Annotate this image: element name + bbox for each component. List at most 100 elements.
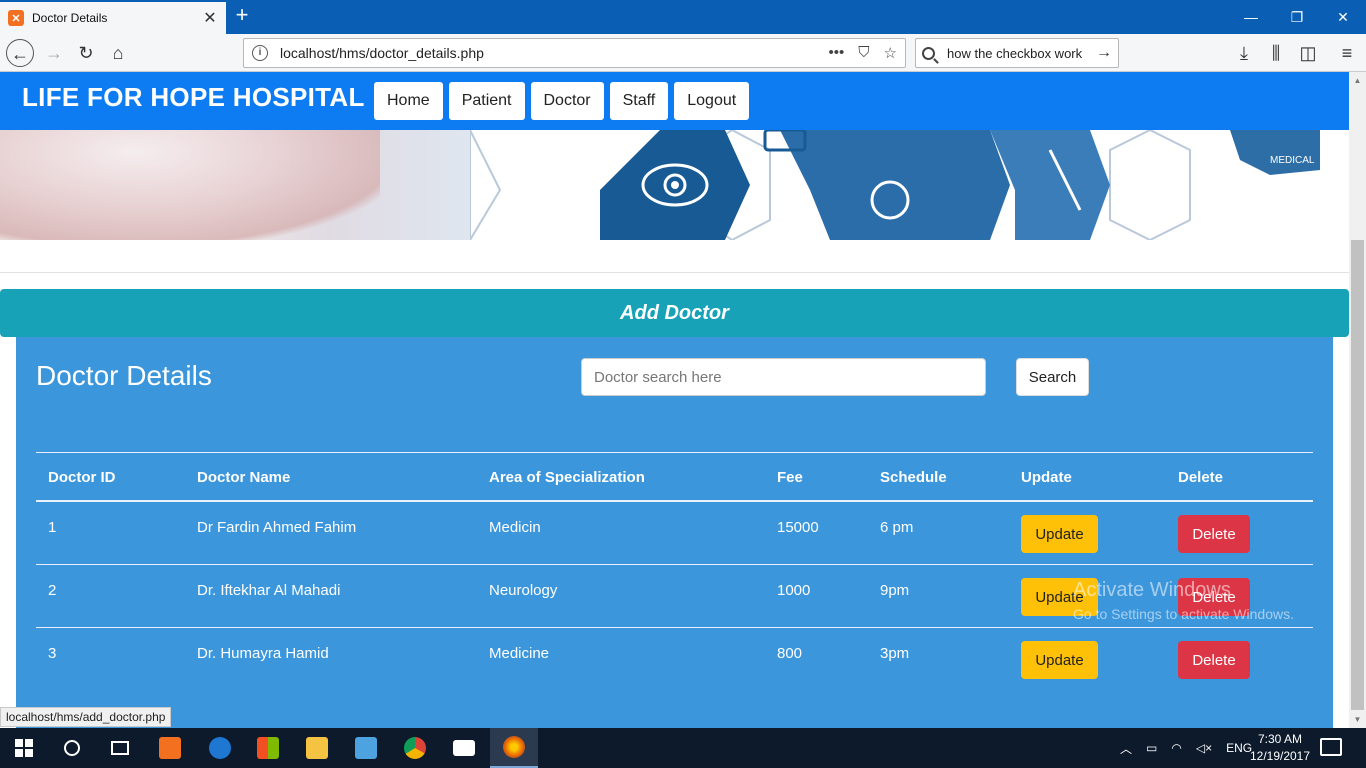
battery-icon[interactable]: ▭ xyxy=(1146,741,1157,755)
taskbar-clock[interactable]: 7:30 AM 12/19/2017 xyxy=(1244,731,1316,765)
page-title: Doctor Details xyxy=(36,360,212,391)
cortana-icon[interactable] xyxy=(48,728,96,768)
cell-fee: 15000 xyxy=(777,519,819,536)
installer-icon[interactable] xyxy=(342,728,390,768)
header-update: Update xyxy=(1021,469,1072,486)
pocket-icon[interactable]: ⛉ xyxy=(858,44,869,62)
home-icon[interactable]: ⌂ xyxy=(104,39,132,67)
link-status-bar: localhost/hms/add_doctor.php xyxy=(0,707,172,727)
doctor-details-panel: Doctor Details Search Doctor ID Doctor N… xyxy=(16,337,1333,728)
menu-home[interactable]: Home xyxy=(374,82,443,120)
watermark-title: Activate Windows xyxy=(1073,579,1231,601)
cell-schedule: 3pm xyxy=(880,645,910,662)
cell-doctor-name: Dr Fardin Ahmed Fahim xyxy=(197,519,357,536)
hero-banner: MEDICAL xyxy=(0,130,1349,240)
divider xyxy=(0,272,1349,273)
activate-windows-watermark: Activate Windows Go to Settings to activ… xyxy=(1073,579,1294,622)
main-menu: Home Patient Doctor Staff Logout xyxy=(374,82,750,120)
cell-schedule: 9pm xyxy=(880,582,910,599)
header-doctor-name: Doctor Name xyxy=(197,469,291,486)
forward-icon[interactable]: → xyxy=(40,39,68,67)
close-window-icon[interactable]: ✕ xyxy=(1320,6,1366,28)
cell-fee: 800 xyxy=(777,645,803,662)
update-button[interactable]: Update xyxy=(1021,515,1098,553)
menu-logout[interactable]: Logout xyxy=(674,82,750,120)
delete-button[interactable]: Delete xyxy=(1178,515,1250,553)
cell-area: Medicine xyxy=(489,645,550,662)
menu-patient[interactable]: Patient xyxy=(448,82,525,120)
header-fee: Fee xyxy=(777,469,803,486)
page-actions-icon[interactable]: ••• xyxy=(829,44,845,62)
restore-icon[interactable]: ❐ xyxy=(1274,6,1320,28)
banner-medical-label: MEDICAL xyxy=(1270,155,1315,166)
browser-search-text[interactable]: how the checkbox work xyxy=(947,46,1096,61)
chevron-up-icon[interactable]: ︿ xyxy=(1120,740,1132,757)
cell-doctor-name: Dr. Iftekhar Al Mahadi xyxy=(197,582,341,599)
edge-icon[interactable] xyxy=(196,728,244,768)
site-header: LIFE FOR HOPE HOSPITAL Home Patient Doct… xyxy=(0,72,1349,130)
table-header: Doctor ID Doctor Name Area of Specializa… xyxy=(36,452,1313,502)
search-icon xyxy=(922,46,935,60)
scroll-thumb[interactable] xyxy=(1351,240,1364,710)
info-icon[interactable]: i xyxy=(252,45,268,61)
web-page: LIFE FOR HOPE HOSPITAL Home Patient Doct… xyxy=(0,72,1349,728)
wifi-icon[interactable]: ◠ xyxy=(1171,741,1181,755)
arrow-right-icon[interactable]: → xyxy=(1096,44,1112,62)
tab-title: Doctor Details xyxy=(32,11,108,25)
scroll-down-icon[interactable]: ▼ xyxy=(1349,711,1366,728)
add-doctor-button[interactable]: Add Doctor xyxy=(0,289,1349,337)
cell-fee: 1000 xyxy=(777,582,811,599)
site-brand[interactable]: LIFE FOR HOPE HOSPITAL xyxy=(22,82,365,113)
banner-hexagon-graphic: MEDICAL xyxy=(469,130,1349,240)
notification-icon[interactable] xyxy=(1320,738,1342,756)
menu-staff[interactable]: Staff xyxy=(609,82,669,120)
cell-area: Medicin xyxy=(489,519,541,536)
close-tab-icon[interactable]: ✕ xyxy=(202,8,218,28)
browser-tab-bar: ✕ Doctor Details ✕ + — ❐ ✕ xyxy=(0,0,1366,34)
browser-toolbar: ← → ↻ ⌂ i localhost/hms/doctor_details.p… xyxy=(0,34,1366,72)
task-view-icon[interactable] xyxy=(96,728,144,768)
cell-area: Neurology xyxy=(489,582,558,599)
header-area: Area of Specialization xyxy=(489,469,645,486)
bookmark-star-icon[interactable]: ☆ xyxy=(884,44,897,62)
table-row: 3 Dr. Humayra Hamid Medicine 800 3pm Upd… xyxy=(36,628,1313,691)
back-icon[interactable]: ← xyxy=(6,39,34,67)
browser-tab[interactable]: ✕ Doctor Details ✕ xyxy=(0,2,226,34)
volume-mute-icon[interactable]: ◁× xyxy=(1196,741,1212,755)
update-button[interactable]: Update xyxy=(1021,641,1098,679)
chrome-icon[interactable] xyxy=(391,728,439,768)
doctor-search-input[interactable] xyxy=(581,358,986,396)
file-explorer-icon[interactable] xyxy=(293,728,341,768)
page-scrollbar[interactable]: ▲ ▼ xyxy=(1349,72,1366,728)
xampp-taskbar-icon[interactable] xyxy=(146,728,194,768)
cell-doctor-name: Dr. Humayra Hamid xyxy=(197,645,329,662)
reload-icon[interactable]: ↻ xyxy=(72,39,100,67)
cell-doctor-id: 2 xyxy=(48,582,57,599)
scroll-up-icon[interactable]: ▲ xyxy=(1349,72,1366,89)
cell-doctor-id: 1 xyxy=(48,519,57,536)
store-icon[interactable] xyxy=(244,728,292,768)
url-text[interactable]: localhost/hms/doctor_details.php xyxy=(280,45,829,61)
search-button[interactable]: Search xyxy=(1016,358,1089,396)
browser-search-bar[interactable]: how the checkbox work → xyxy=(915,38,1119,68)
download-icon[interactable]: ⤓ xyxy=(1230,39,1258,67)
new-tab-icon[interactable]: + xyxy=(230,4,254,28)
table-row: 1 Dr Fardin Ahmed Fahim Medicin 15000 6 … xyxy=(36,502,1313,565)
minimize-icon[interactable]: — xyxy=(1228,6,1274,28)
header-schedule: Schedule xyxy=(880,469,947,486)
delete-button[interactable]: Delete xyxy=(1178,641,1250,679)
url-bar[interactable]: i localhost/hms/doctor_details.php ••• ⛉… xyxy=(243,38,906,68)
hamburger-menu-icon[interactable]: ≡ xyxy=(1333,39,1361,67)
xampp-icon: ✕ xyxy=(8,10,24,26)
clock-time: 7:30 AM xyxy=(1257,732,1303,746)
sidebar-icon[interactable]: ◫ xyxy=(1294,39,1322,67)
cell-doctor-id: 3 xyxy=(48,645,57,662)
firefox-icon[interactable] xyxy=(490,728,538,768)
windows-taskbar: ︿ ▭ ◠ ◁× ENG 7:30 AM 12/19/2017 xyxy=(0,728,1366,768)
header-delete: Delete xyxy=(1178,469,1224,486)
doctor-table: Doctor ID Doctor Name Area of Specializa… xyxy=(36,452,1313,691)
windows-start-icon[interactable] xyxy=(0,728,48,768)
library-icon[interactable]: ⫼ xyxy=(1262,39,1290,67)
mail-icon[interactable] xyxy=(440,728,488,768)
menu-doctor[interactable]: Doctor xyxy=(530,82,604,120)
